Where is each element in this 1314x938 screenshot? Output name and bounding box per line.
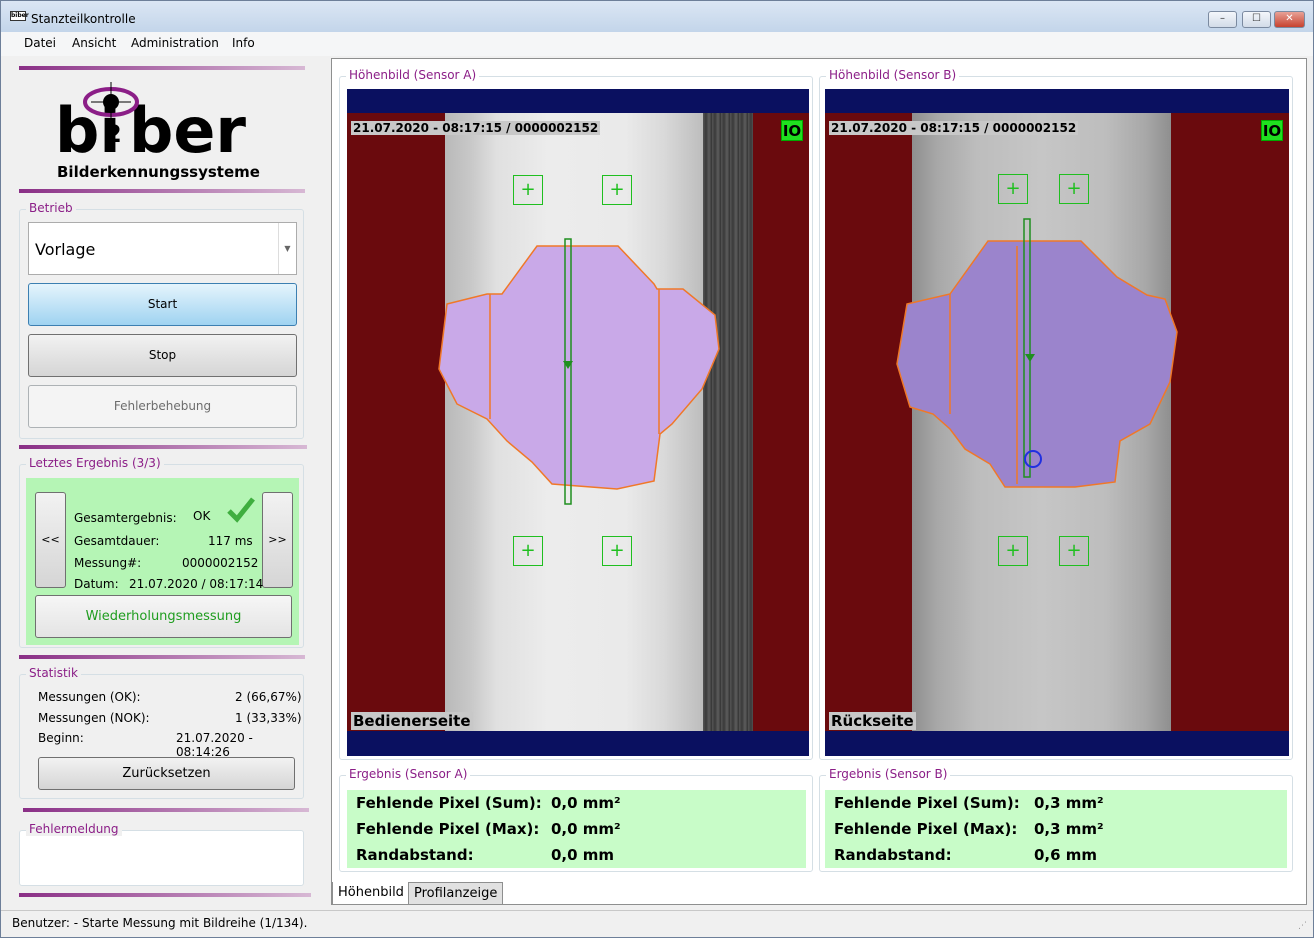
ergebnis-group: Letztes Ergebnis (3/3) << >> Gesamtergeb… <box>19 456 304 648</box>
minimize-button[interactable]: – <box>1208 11 1237 28</box>
sensor-a-image[interactable]: + + + + 21.07.2020 - 08:17:15 / 00000021… <box>347 89 809 756</box>
divider <box>19 893 311 897</box>
result-a-label: Ergebnis (Sensor A) <box>346 767 471 781</box>
betrieb-group: Betrieb Vorlage ▼ Start Stop Fehlerbeheb… <box>19 201 304 439</box>
dauer-label: Gesamtdauer: <box>74 534 160 548</box>
part-overlay <box>896 218 1178 488</box>
result-a-panel: Fehlende Pixel (Sum): 0,0 mm² Fehlende P… <box>347 790 806 868</box>
resize-grip-icon[interactable]: ⋰ <box>1298 921 1307 931</box>
datum-value: 21.07.2020 / 08:17:14 <box>129 577 264 591</box>
ok-check-icon <box>227 497 255 523</box>
gesamt-label: Gesamtergebnis: <box>74 511 177 525</box>
title-bar: biber Stanzteilkontrolle – ☐ ✕ <box>1 1 1313 32</box>
sensor-a-label: Höhenbild (Sensor A) <box>346 68 480 82</box>
menu-bar: Datei Ansicht Administration Info <box>1 32 1313 56</box>
main-window: biber Stanzteilkontrolle – ☐ ✕ Datei Ans… <box>0 0 1314 938</box>
result-b-sum-label: Fehlende Pixel (Sum): <box>834 794 1020 812</box>
menu-info[interactable]: Info <box>232 36 255 50</box>
sensor-a-side-label: Bedienerseite <box>351 712 473 730</box>
result-b-rand-label: Randabstand: <box>834 846 952 864</box>
menu-datei[interactable]: Datei <box>24 36 56 50</box>
sensor-b-status-badge: IO <box>1261 120 1283 141</box>
result-a-rand-label: Randabstand: <box>356 846 474 864</box>
statistik-label: Statistik <box>26 666 81 680</box>
divider <box>23 808 309 812</box>
reference-marker: + <box>1059 174 1089 204</box>
maximize-button[interactable]: ☐ <box>1242 11 1271 28</box>
part-overlay <box>438 238 720 505</box>
reference-marker: + <box>998 536 1028 566</box>
svg-text:2: 2 <box>105 120 122 148</box>
status-message: Starte Messung mit Bildreihe (1/134). <box>82 916 308 930</box>
datum-label: Datum: <box>74 577 119 591</box>
result-a-max-label: Fehlende Pixel (Max): <box>356 820 540 838</box>
reference-marker: + <box>602 175 632 205</box>
mode-value: Vorlage <box>35 240 96 259</box>
gesamt-value: OK <box>193 509 211 523</box>
mode-select[interactable]: Vorlage ▼ <box>28 222 297 275</box>
statistik-group: Statistik Messungen (OK): 2 (66,67%) Mes… <box>19 666 304 799</box>
reference-marker: + <box>513 175 543 205</box>
reset-button[interactable]: Zurücksetzen <box>38 757 295 790</box>
company-logo: bi ber 2 Bilderkennungssysteme <box>19 70 289 185</box>
result-b-max-value: 0,3 mm² <box>1034 820 1104 838</box>
result-b-panel: Fehlende Pixel (Sum): 0,3 mm² Fehlende P… <box>825 790 1287 868</box>
tab-profilanzeige[interactable]: Profilanzeige <box>408 882 504 905</box>
close-button[interactable]: ✕ <box>1274 11 1305 28</box>
menu-ansicht[interactable]: Ansicht <box>72 36 116 50</box>
next-result-button[interactable]: >> <box>262 492 293 588</box>
left-panel: bi ber 2 Bilderkennungssysteme Betrieb V… <box>9 58 317 905</box>
ergebnis-panel: << >> Gesamtergebnis: OK Gesamtdauer: 11… <box>26 478 299 645</box>
messung-value: 0000002152 <box>182 556 259 570</box>
sensor-a-timestamp: 21.07.2020 - 08:17:15 / 0000002152 <box>351 121 601 135</box>
fehlermeldung-label: Fehlermeldung <box>26 822 122 836</box>
sensor-b-side-label: Rückseite <box>829 712 916 730</box>
begin-value: 21.07.2020 - 08:14:26 <box>176 731 253 759</box>
betrieb-label: Betrieb <box>26 201 76 215</box>
svg-text:ber: ber <box>129 94 246 167</box>
fehlermeldung-group: Fehlermeldung <box>19 822 304 886</box>
result-b-rand-value: 0,6 mm <box>1034 846 1098 864</box>
app-icon: biber <box>10 11 29 21</box>
ergebnis-label: Letztes Ergebnis (3/3) <box>26 456 164 470</box>
status-bar: Benutzer: - Starte Messung mit Bildreihe… <box>1 910 1313 937</box>
stop-button[interactable]: Stop <box>28 334 297 377</box>
menu-administration[interactable]: Administration <box>131 36 219 50</box>
sensor-a-status-badge: IO <box>781 120 803 141</box>
sensor-b-timestamp: 21.07.2020 - 08:17:15 / 0000002152 <box>829 121 1079 135</box>
fehlerbehebung-button[interactable]: Fehlerbehebung <box>28 385 297 428</box>
result-b-sum-value: 0,3 mm² <box>1034 794 1104 812</box>
begin-label: Beginn: <box>38 731 84 745</box>
dauer-value: 117 ms <box>208 534 253 548</box>
ok-count-label: Messungen (OK): <box>38 690 141 704</box>
result-a-rand-value: 0,0 mm <box>551 846 615 864</box>
main-panel: Höhenbild (Sensor A) + + + + 21.07.2020 … <box>331 58 1307 905</box>
result-a-max-value: 0,0 mm² <box>551 820 621 838</box>
reference-marker: + <box>1059 536 1089 566</box>
result-b-label: Ergebnis (Sensor B) <box>826 767 951 781</box>
messung-label: Messung#: <box>74 556 142 570</box>
status-user: Benutzer: - <box>12 916 79 930</box>
reference-marker: + <box>998 174 1028 204</box>
sensor-b-image[interactable]: + + + + 21.07.2020 - 08:17:15 / 00000021… <box>825 89 1289 756</box>
result-a-sum-label: Fehlende Pixel (Sum): <box>356 794 542 812</box>
divider <box>19 189 305 193</box>
result-b-max-label: Fehlende Pixel (Max): <box>834 820 1018 838</box>
prev-result-button[interactable]: << <box>35 492 66 588</box>
divider <box>19 655 305 659</box>
reference-marker: + <box>513 536 543 566</box>
nok-count-value: 1 (33,33%) <box>235 711 302 725</box>
ok-count-value: 2 (66,67%) <box>235 690 302 704</box>
reference-marker: + <box>602 536 632 566</box>
tab-hoehenbild[interactable]: Höhenbild <box>332 882 410 905</box>
chevron-down-icon: ▼ <box>278 223 296 274</box>
result-a-sum-value: 0,0 mm² <box>551 794 621 812</box>
sensor-b-label: Höhenbild (Sensor B) <box>826 68 960 82</box>
logo-tagline: Bilderkennungssysteme <box>57 163 260 181</box>
nok-count-label: Messungen (NOK): <box>38 711 150 725</box>
divider <box>19 445 307 449</box>
start-button[interactable]: Start <box>28 283 297 326</box>
wiederholung-button[interactable]: Wiederholungsmessung <box>35 595 292 638</box>
window-title: Stanzteilkontrolle <box>31 12 136 26</box>
